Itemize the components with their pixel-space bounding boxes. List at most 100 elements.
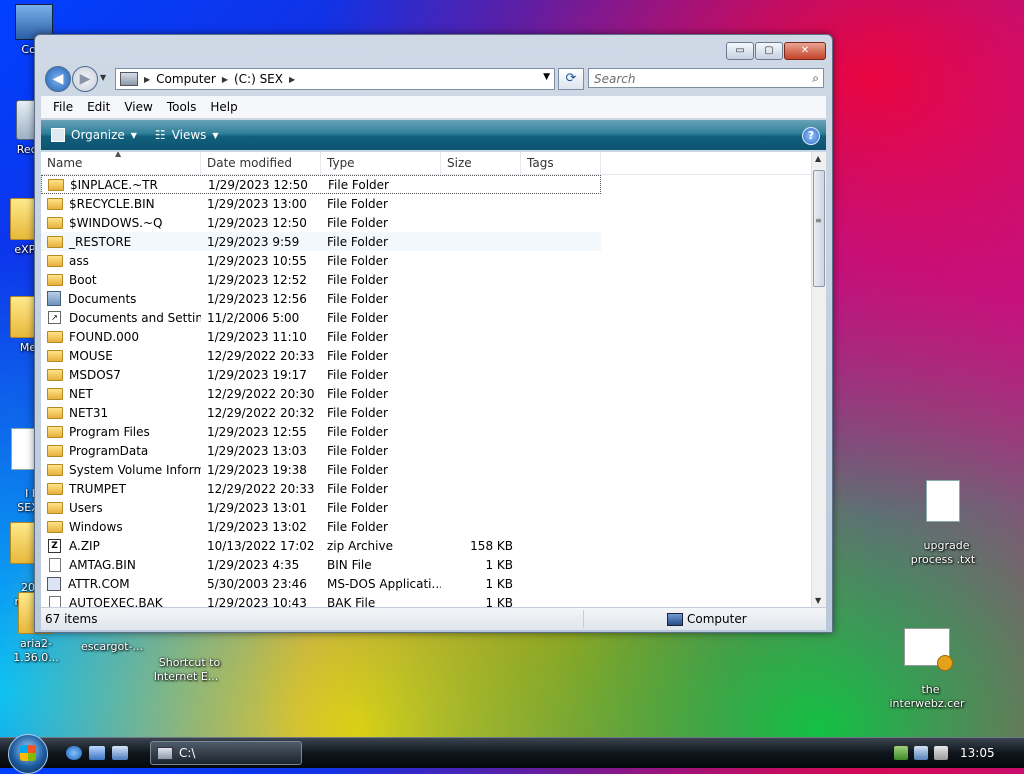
file-date: 1/29/2023 12:50: [208, 177, 308, 192]
file-row[interactable]: $WINDOWS.~Q 1/29/2023 12:50 File Folder: [41, 213, 601, 232]
maximize-button[interactable]: ▢: [755, 42, 783, 60]
taskbar-explorer-label: C:\: [179, 746, 196, 760]
refresh-button[interactable]: ⟳: [558, 68, 584, 90]
file-type: File Folder: [327, 348, 388, 363]
column-tags[interactable]: Tags: [521, 152, 601, 174]
scroll-down-icon[interactable]: ▼: [815, 596, 821, 605]
file-row[interactable]: Windows 1/29/2023 13:02 File Folder: [41, 517, 601, 536]
menu-view[interactable]: View: [124, 100, 152, 114]
show-desktop-icon[interactable]: [89, 746, 105, 760]
file-name: MSDOS7: [69, 367, 121, 382]
search-input[interactable]: Search ⌕: [588, 68, 824, 88]
file-row[interactable]: ass 1/29/2023 10:55 File Folder: [41, 251, 601, 270]
file-row[interactable]: $INPLACE.~TR 1/29/2023 12:50 File Folder: [41, 175, 601, 194]
file-date: 1/29/2023 13:03: [207, 443, 307, 458]
file-row[interactable]: ↗ Documents and Settings 11/2/2006 5:00 Fil…: [41, 308, 601, 327]
file-name: ATTR.COM: [68, 576, 130, 591]
file-type: File Folder: [327, 500, 388, 515]
file-row[interactable]: MOUSE 12/29/2022 20:33 File Folder: [41, 346, 601, 365]
connection-icon[interactable]: [914, 746, 928, 760]
file-date: 1/29/2023 19:17: [207, 367, 307, 382]
folder-icon: [47, 216, 63, 229]
chevron-down-icon: ▼: [212, 130, 219, 140]
minimize-button[interactable]: ▭: [726, 42, 754, 60]
switch-windows-icon[interactable]: [112, 746, 128, 760]
file-name: NET31: [69, 405, 109, 420]
chevron-right-icon[interactable]: ▶: [222, 75, 228, 84]
menu-help[interactable]: Help: [210, 100, 237, 114]
internet-explorer-icon[interactable]: [66, 746, 82, 760]
desktop-icon-label: Shortcut to Internet E...: [153, 656, 221, 683]
folder-icon: [47, 444, 63, 457]
desktop-icon-interwebz-cer[interactable]: the interwebz.cer: [889, 600, 965, 711]
file-name: AUTOEXEC.BAK: [69, 595, 163, 608]
file-row[interactable]: NET31 12/29/2022 20:32 File Folder: [41, 403, 601, 422]
file-row[interactable]: $RECYCLE.BIN 1/29/2023 13:00 File Folder: [41, 194, 601, 213]
column-name[interactable]: Name ▲: [41, 152, 201, 174]
file-row[interactable]: Documents 1/29/2023 12:56 File Folder: [41, 289, 601, 308]
file-date: 1/29/2023 11:10: [207, 329, 307, 344]
scroll-thumb[interactable]: [813, 170, 825, 287]
file-row[interactable]: Z A.ZIP 10/13/2022 17:02 zip Archive 158 KB: [41, 536, 601, 555]
file-name: Windows: [69, 519, 123, 534]
scroll-up-icon[interactable]: ▲: [815, 154, 821, 163]
folder-icon: [47, 235, 63, 248]
file-row[interactable]: Program Files 1/29/2023 12:55 File Folder: [41, 422, 601, 441]
help-icon[interactable]: ?: [802, 127, 820, 145]
file-name-cell: NET31: [41, 406, 201, 420]
back-button[interactable]: ◀: [45, 66, 71, 92]
taskbar-explorer-button[interactable]: C:\: [150, 741, 302, 765]
file-name-cell: FOUND.000: [41, 330, 201, 344]
organize-button[interactable]: Organize ▼: [51, 128, 137, 142]
column-date-modified[interactable]: Date modified: [201, 152, 321, 174]
clock[interactable]: 13:05: [960, 746, 995, 760]
file-type: File Folder: [327, 519, 388, 534]
file-row[interactable]: NET 12/29/2022 20:30 File Folder: [41, 384, 601, 403]
desktop-icon-internet-explorer[interactable]: Shortcut to Internet E...: [148, 642, 224, 684]
file-row[interactable]: AMTAG.BIN 1/29/2023 4:35 BIN File 1 KB: [41, 555, 601, 574]
chevron-down-icon[interactable]: ▼: [543, 72, 550, 82]
file-type: File Folder: [327, 329, 388, 344]
file-row[interactable]: Boot 1/29/2023 12:52 File Folder: [41, 270, 601, 289]
file-row[interactable]: FOUND.000 1/29/2023 11:10 File Folder: [41, 327, 601, 346]
column-size[interactable]: Size: [441, 152, 521, 174]
start-button[interactable]: [8, 734, 48, 774]
menu-edit[interactable]: Edit: [87, 100, 110, 114]
file-row[interactable]: ProgramData 1/29/2023 13:03 File Folder: [41, 441, 601, 460]
desktop-icon-upgrade-process[interactable]: upgrade process .txt: [905, 452, 981, 567]
chevron-right-icon[interactable]: ▶: [289, 75, 295, 84]
breadcrumb-computer[interactable]: Computer: [156, 72, 216, 86]
address-bar[interactable]: ▶ Computer ▶ (C:) SEX ▶ ▼: [115, 68, 555, 90]
column-name-label: Name: [47, 156, 83, 170]
file-type: File Folder: [327, 196, 388, 211]
file-name-cell: $INPLACE.~TR: [42, 178, 202, 192]
chevron-right-icon[interactable]: ▶: [144, 75, 150, 84]
file-row[interactable]: System Volume Inform... 1/29/2023 19:38 Fi…: [41, 460, 601, 479]
file-row[interactable]: AUTOEXEC.BAK 1/29/2023 10:43 BAK File 1 KB: [41, 593, 601, 607]
file-name-cell: Users: [41, 501, 201, 515]
file-row[interactable]: ATTR.COM 5/30/2003 23:46 MS-DOS Applicati.…: [41, 574, 601, 593]
desktop-icon-escargot[interactable]: escargot-...: [74, 640, 150, 654]
network-icon[interactable]: [894, 746, 908, 760]
menu-file[interactable]: File: [53, 100, 73, 114]
recent-pages-dropdown[interactable]: ▼: [100, 73, 106, 82]
close-button[interactable]: ✕: [784, 42, 826, 60]
file-name-cell: $WINDOWS.~Q: [41, 216, 201, 230]
breadcrumb-drive[interactable]: (C:) SEX: [234, 72, 283, 86]
file-row[interactable]: _RESTORE 1/29/2023 9:59 File Folder: [41, 232, 601, 251]
vertical-scrollbar[interactable]: ▲ ≡ ▼: [811, 152, 826, 607]
file-name-cell: MSDOS7: [41, 368, 201, 382]
file-row[interactable]: MSDOS7 1/29/2023 19:17 File Folder: [41, 365, 601, 384]
file-row[interactable]: TRUMPET 12/29/2022 20:33 File Folder: [41, 479, 601, 498]
search-icon[interactable]: ⌕: [812, 71, 819, 86]
views-button[interactable]: ☷ Views ▼: [155, 128, 219, 142]
column-type[interactable]: Type: [321, 152, 441, 174]
application-icon: [47, 576, 61, 591]
file-date: 12/29/2022 20:33: [207, 481, 315, 496]
volume-muted-icon[interactable]: [934, 746, 948, 760]
menu-tools[interactable]: Tools: [167, 100, 197, 114]
file-row[interactable]: Users 1/29/2023 13:01 File Folder: [41, 498, 601, 517]
forward-button[interactable]: ▶: [72, 66, 98, 92]
file-name-cell: $RECYCLE.BIN: [41, 197, 201, 211]
file-size: 1 KB: [485, 557, 513, 572]
